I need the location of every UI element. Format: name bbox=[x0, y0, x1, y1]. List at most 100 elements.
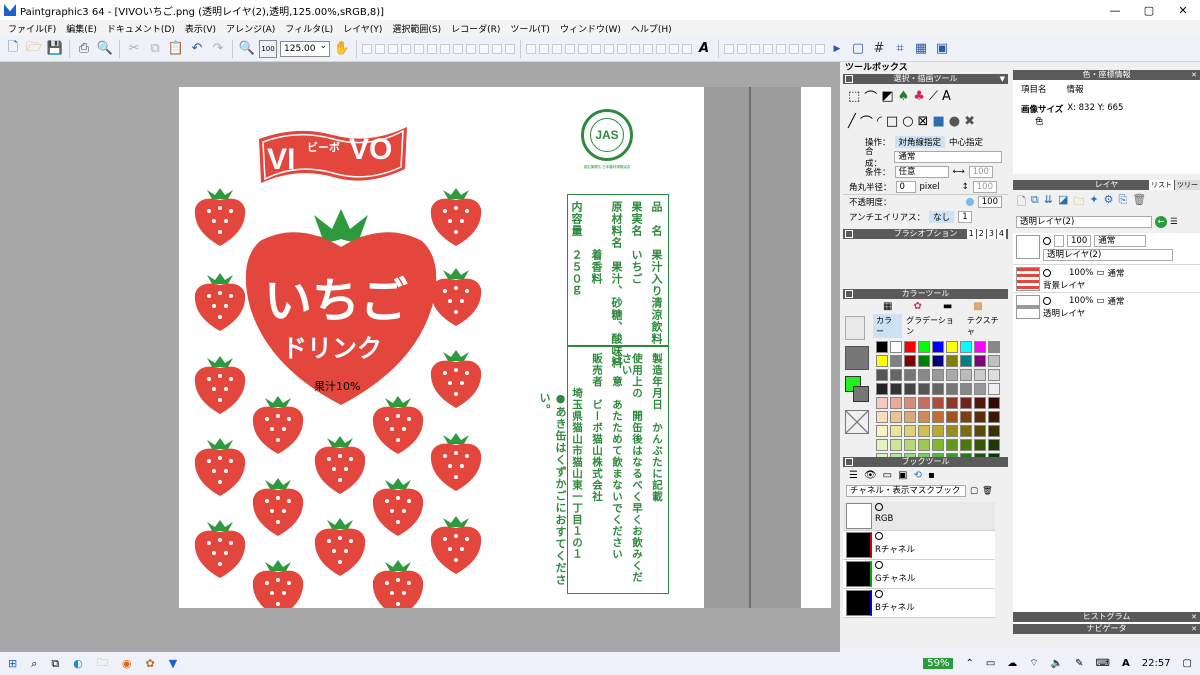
channel-item-b[interactable]: Bチャネル bbox=[843, 589, 995, 618]
arrange-button[interactable] bbox=[466, 43, 476, 54]
palette-swatch[interactable] bbox=[890, 369, 902, 381]
opacity-input[interactable]: 100 bbox=[977, 196, 1002, 208]
palette-swatch[interactable] bbox=[946, 369, 958, 381]
zoom-100-button[interactable]: 100 bbox=[259, 39, 277, 58]
close-icon[interactable]: ✕ bbox=[1191, 624, 1197, 634]
delete-channel-icon[interactable]: 🗑 bbox=[982, 486, 993, 496]
arrange-button[interactable] bbox=[492, 43, 502, 54]
text-tool-button[interactable] bbox=[669, 43, 679, 54]
select-tool-icon[interactable]: ◩ bbox=[881, 89, 893, 104]
palette-swatch[interactable] bbox=[932, 341, 944, 353]
channel-book-select[interactable]: チャネル・表示マスクブック bbox=[846, 485, 966, 497]
palette-icon[interactable]: ▦ bbox=[883, 301, 892, 312]
visibility-icon[interactable] bbox=[875, 590, 883, 598]
text-tool-button[interactable] bbox=[630, 43, 640, 54]
channel-item-rgb[interactable]: RGB bbox=[843, 502, 995, 531]
edge-icon[interactable]: ◐ bbox=[73, 657, 83, 670]
palette-swatch[interactable] bbox=[988, 369, 1000, 381]
book-icon[interactable]: ☰ bbox=[849, 470, 858, 481]
foreground-color-swatch[interactable] bbox=[845, 346, 869, 370]
tab-gradation[interactable]: グラデーション bbox=[903, 314, 963, 338]
panel-button[interactable] bbox=[737, 43, 747, 54]
palette-swatch[interactable] bbox=[932, 439, 944, 451]
palette-swatch[interactable] bbox=[946, 439, 958, 451]
palette-swatch[interactable] bbox=[988, 341, 1000, 353]
brush-tab-4[interactable]: 4 bbox=[996, 229, 1006, 239]
diagonal-option[interactable]: 対角線指定 bbox=[894, 135, 946, 148]
notification-icon[interactable]: ▢ bbox=[1183, 658, 1192, 669]
condition-select[interactable]: 任意 bbox=[894, 165, 949, 178]
text-tool-button[interactable] bbox=[552, 43, 562, 54]
current-layer-select[interactable]: 透明レイヤ(2) bbox=[1016, 216, 1152, 228]
palette-swatch[interactable] bbox=[890, 397, 902, 409]
text-tool-button[interactable] bbox=[526, 43, 536, 54]
panel-button[interactable] bbox=[776, 43, 786, 54]
panel-button[interactable] bbox=[789, 43, 799, 54]
palette-swatch[interactable] bbox=[960, 425, 972, 437]
line-tool-icon[interactable]: ⟋ bbox=[929, 89, 938, 104]
text-tool-button[interactable] bbox=[604, 43, 614, 54]
image-icon[interactable]: ▣ bbox=[898, 470, 907, 481]
wifi-icon[interactable]: ⌔ bbox=[1029, 657, 1038, 670]
merge-layer-icon[interactable]: ⇊ bbox=[1044, 193, 1053, 212]
brush-tab-3[interactable]: 3 bbox=[986, 229, 996, 239]
palette-swatch[interactable] bbox=[960, 383, 972, 395]
palette-swatch[interactable] bbox=[890, 425, 902, 437]
palette-swatch[interactable] bbox=[876, 355, 888, 367]
histogram-header[interactable]: ヒストグラム ✕ bbox=[1013, 612, 1200, 622]
palette-swatch[interactable] bbox=[904, 355, 916, 367]
palette-swatch[interactable] bbox=[918, 341, 930, 353]
open-folder-icon[interactable]: 🗁 bbox=[25, 40, 43, 58]
palette-swatch[interactable] bbox=[932, 397, 944, 409]
fg-bg-color-pair[interactable] bbox=[845, 376, 871, 406]
close-icon[interactable]: ✕ bbox=[1191, 612, 1197, 622]
palette-swatch[interactable] bbox=[974, 397, 986, 409]
menu-edit[interactable]: 編集(E) bbox=[66, 22, 97, 35]
new-file-icon[interactable]: 🗋 bbox=[4, 40, 22, 58]
condition-number[interactable]: 100 bbox=[968, 165, 993, 178]
palette-swatch[interactable] bbox=[988, 411, 1000, 423]
app-icon-misc[interactable]: ✿ bbox=[145, 657, 154, 670]
ellipse-shape-icon[interactable]: ○ bbox=[902, 114, 913, 129]
filled-rect-icon[interactable]: ■ bbox=[932, 114, 944, 129]
text-tool-button[interactable] bbox=[643, 43, 653, 54]
color-tool-icon[interactable]: ♣ bbox=[913, 89, 925, 104]
paste-icon[interactable]: 📋 bbox=[167, 40, 185, 58]
palette-swatch[interactable] bbox=[918, 355, 930, 367]
lock-toggle[interactable] bbox=[1054, 235, 1064, 247]
window-icon[interactable]: ▢ bbox=[849, 40, 867, 58]
palette-swatch[interactable] bbox=[974, 355, 986, 367]
battery-indicator[interactable]: 59% bbox=[923, 658, 954, 669]
palette-swatch[interactable] bbox=[876, 397, 888, 409]
undo-icon[interactable]: ↶ bbox=[188, 40, 206, 58]
filled-circle-icon[interactable]: ● bbox=[949, 114, 960, 129]
color-palette-grid[interactable] bbox=[873, 338, 1008, 468]
palette-swatch[interactable] bbox=[974, 383, 986, 395]
palette-swatch[interactable] bbox=[904, 439, 916, 451]
palette-swatch[interactable] bbox=[974, 341, 986, 353]
fill-tool-icon[interactable]: ♠ bbox=[898, 89, 910, 104]
layer-clip-icon[interactable]: ⎘ bbox=[1118, 193, 1127, 212]
visibility-icon[interactable] bbox=[1043, 237, 1051, 245]
new-channel-icon[interactable]: ▢ bbox=[970, 486, 978, 496]
palette-swatch[interactable] bbox=[904, 397, 916, 409]
palette-swatch[interactable] bbox=[946, 425, 958, 437]
palette-swatch[interactable] bbox=[876, 383, 888, 395]
arrange-button[interactable] bbox=[440, 43, 450, 54]
palette-swatch[interactable] bbox=[918, 397, 930, 409]
palette-swatch[interactable] bbox=[876, 341, 888, 353]
palette-swatch[interactable] bbox=[960, 439, 972, 451]
firefox-icon[interactable]: ◉ bbox=[122, 657, 132, 670]
blend-select[interactable]: 通常 bbox=[894, 150, 1002, 163]
menu-document[interactable]: ドキュメント(D) bbox=[107, 22, 175, 35]
hand-icon[interactable]: ✋ bbox=[333, 40, 351, 58]
secondary-color[interactable] bbox=[853, 386, 869, 402]
brush-tab-2[interactable]: 2 bbox=[976, 229, 986, 239]
visibility-icon[interactable] bbox=[875, 532, 883, 540]
go-icon[interactable]: ← bbox=[1155, 216, 1167, 228]
menu-help[interactable]: ヘルプ(H) bbox=[631, 22, 672, 35]
layer-item-background[interactable]: 100% ▭ 通常 背景レイヤ bbox=[1013, 265, 1200, 293]
palette-swatch[interactable] bbox=[988, 397, 1000, 409]
print-preview-icon[interactable]: 🔍 bbox=[96, 40, 114, 58]
lasso-tool-icon[interactable]: ⌒ bbox=[864, 87, 877, 106]
